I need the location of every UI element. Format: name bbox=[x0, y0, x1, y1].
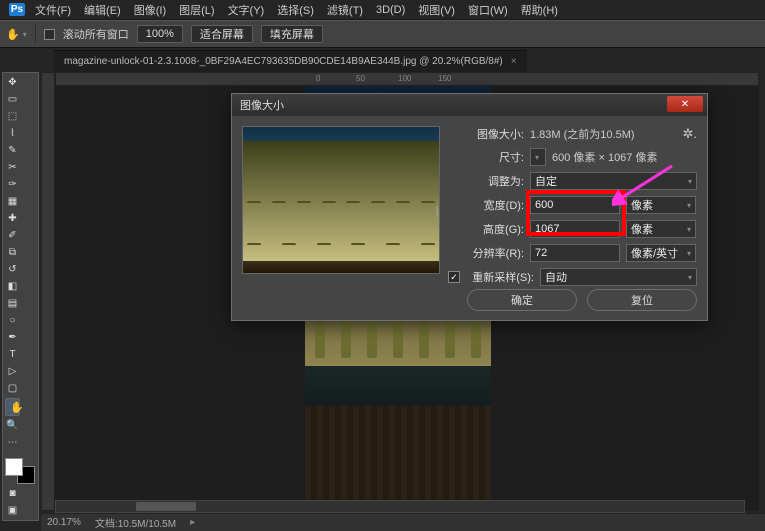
artboard-tool[interactable]: ▭ bbox=[5, 92, 20, 107]
hand-icon: ✋ bbox=[6, 28, 20, 41]
zoom-100-button[interactable]: 100% bbox=[137, 25, 183, 43]
mask-mode[interactable]: ◙ bbox=[5, 486, 20, 501]
scroll-all-label: 滚动所有窗口 bbox=[63, 26, 129, 42]
tab-title: magazine-unlock-01-2.3.1008-_0BF29A4EC79… bbox=[64, 56, 503, 67]
ok-button[interactable]: 确定 bbox=[467, 289, 577, 311]
preset-select[interactable]: 自定▾ bbox=[530, 172, 697, 190]
menubar: Ps 文件(F) 编辑(E) 图像(I) 图层(L) 文字(Y) 选择(S) 滤… bbox=[0, 0, 765, 20]
res-unit-select[interactable]: 像素/英寸▾ bbox=[626, 244, 696, 262]
menu-edit[interactable]: 编辑(E) bbox=[78, 0, 127, 20]
height-label: 高度(G): bbox=[448, 221, 524, 237]
menu-3d[interactable]: 3D(D) bbox=[370, 2, 411, 18]
dialog-close-button[interactable]: ✕ bbox=[667, 96, 703, 112]
menu-window[interactable]: 窗口(W) bbox=[462, 0, 514, 20]
image-size-dialog: 图像大小 ✕ 𝄔 图像大小: 1.83M (之前为10.5M) ✲. 尺寸: ▾… bbox=[231, 93, 708, 321]
shape-tool[interactable]: ▢ bbox=[5, 381, 20, 396]
ruler-horizontal: 050100150 bbox=[55, 72, 759, 86]
app-logo: Ps bbox=[6, 2, 28, 18]
res-input[interactable] bbox=[530, 244, 620, 262]
res-label: 分辨率(R): bbox=[448, 245, 524, 261]
eraser-tool[interactable]: ◧ bbox=[5, 279, 20, 294]
document-tabs: magazine-unlock-01-2.3.1008-_0BF29A4EC79… bbox=[0, 48, 765, 72]
dialog-titlebar[interactable]: 图像大小 ✕ bbox=[232, 94, 707, 116]
blur-tool[interactable]: ○ bbox=[5, 313, 20, 328]
dialog-title: 图像大小 bbox=[240, 97, 284, 113]
link-wh-icon[interactable]: 𝄔 bbox=[430, 194, 444, 230]
dropdown-icon[interactable]: ▾ bbox=[23, 30, 27, 39]
scroll-all-checkbox[interactable] bbox=[44, 29, 55, 40]
spot-heal-tool[interactable]: ✚ bbox=[5, 211, 20, 226]
path-tool[interactable]: ▷ bbox=[5, 364, 20, 379]
menu-select[interactable]: 选择(S) bbox=[271, 0, 320, 20]
width-label: 宽度(D): bbox=[448, 197, 524, 213]
tool-indicator: ✋ ▾ bbox=[6, 28, 27, 41]
menu-image[interactable]: 图像(I) bbox=[128, 0, 172, 20]
menu-layer[interactable]: 图层(L) bbox=[173, 0, 220, 20]
options-bar: ✋ ▾ 滚动所有窗口 100% 适合屏幕 填充屏幕 bbox=[0, 20, 765, 48]
gradient-tool[interactable]: ▤ bbox=[5, 296, 20, 311]
resample-label: 重新采样(S): bbox=[466, 269, 534, 285]
fill-screen-button[interactable]: 填充屏幕 bbox=[261, 25, 323, 43]
scroll-thumb[interactable] bbox=[136, 502, 196, 511]
clone-tool[interactable]: ⧉ bbox=[5, 245, 20, 260]
crop-tool[interactable]: ✂ bbox=[5, 160, 20, 175]
width-input[interactable] bbox=[530, 196, 620, 214]
dim-label: 尺寸: bbox=[448, 149, 524, 165]
info-label: 图像大小: bbox=[448, 126, 524, 142]
zoom-tool[interactable]: 🔍 bbox=[5, 418, 20, 433]
status-arrow-icon[interactable]: ▸ bbox=[190, 517, 195, 528]
height-input[interactable] bbox=[530, 220, 620, 238]
screen-mode[interactable]: ▣ bbox=[5, 503, 20, 518]
eyedropper-tool[interactable]: ✑ bbox=[5, 177, 20, 192]
fg-color[interactable] bbox=[5, 458, 23, 476]
width-unit-select[interactable]: 像素▾ bbox=[626, 196, 696, 214]
pen-tool[interactable]: ✒ bbox=[5, 330, 20, 345]
menu-filter[interactable]: 滤镜(T) bbox=[321, 0, 369, 20]
dim-value: 600 像素 × 1067 像素 bbox=[552, 149, 657, 165]
history-brush-tool[interactable]: ↺ bbox=[5, 262, 20, 277]
marquee-tool[interactable]: ⬚ bbox=[5, 109, 20, 124]
status-zoom[interactable]: 20.17% bbox=[47, 517, 81, 528]
reset-button[interactable]: 复位 bbox=[587, 289, 697, 311]
tool-panel: ✥ ▭ ⬚ ⌇ ✎ ✂ ✑ ▦ ✚ ✐ ⧉ ↺ ◧ ▤ ○ ✒ T ▷ ▢ ✋ … bbox=[2, 72, 39, 521]
status-bar: 20.17% 文档:10.5M/10.5M ▸ bbox=[41, 513, 765, 531]
fit-screen-button[interactable]: 适合屏幕 bbox=[191, 25, 253, 43]
height-unit-select[interactable]: 像素▾ bbox=[626, 220, 696, 238]
document-tab[interactable]: magazine-unlock-01-2.3.1008-_0BF29A4EC79… bbox=[54, 50, 527, 72]
info-value: 1.83M (之前为10.5M) bbox=[530, 126, 635, 142]
resample-select[interactable]: 自动▾ bbox=[540, 268, 697, 286]
menu-type[interactable]: 文字(Y) bbox=[222, 0, 271, 20]
frame-tool[interactable]: ▦ bbox=[5, 194, 20, 209]
preview-thumbnail bbox=[242, 126, 440, 274]
type-tool[interactable]: T bbox=[5, 347, 20, 362]
close-tab-icon[interactable]: × bbox=[511, 56, 517, 67]
canvas-hscroll[interactable] bbox=[55, 500, 745, 513]
menu-file[interactable]: 文件(F) bbox=[29, 0, 77, 20]
brush-tool[interactable]: ✐ bbox=[5, 228, 20, 243]
resample-checkbox[interactable]: ✓ bbox=[448, 271, 460, 283]
dim-unit-select[interactable]: ▾ bbox=[530, 148, 546, 166]
color-swatch[interactable] bbox=[5, 458, 35, 484]
menu-help[interactable]: 帮助(H) bbox=[515, 0, 564, 20]
ruler-vertical bbox=[41, 72, 55, 511]
gear-icon[interactable]: ✲. bbox=[682, 126, 697, 142]
preset-label: 调整为: bbox=[448, 173, 524, 189]
lasso-tool[interactable]: ⌇ bbox=[5, 126, 20, 141]
hand-tool[interactable]: ✋ bbox=[5, 398, 20, 416]
status-doc: 文档:10.5M/10.5M bbox=[95, 515, 176, 530]
quick-select-tool[interactable]: ✎ bbox=[5, 143, 20, 158]
move-tool[interactable]: ✥ bbox=[5, 75, 20, 90]
menu-view[interactable]: 视图(V) bbox=[412, 0, 461, 20]
edit-toolbar[interactable]: ⋯ bbox=[5, 435, 20, 450]
